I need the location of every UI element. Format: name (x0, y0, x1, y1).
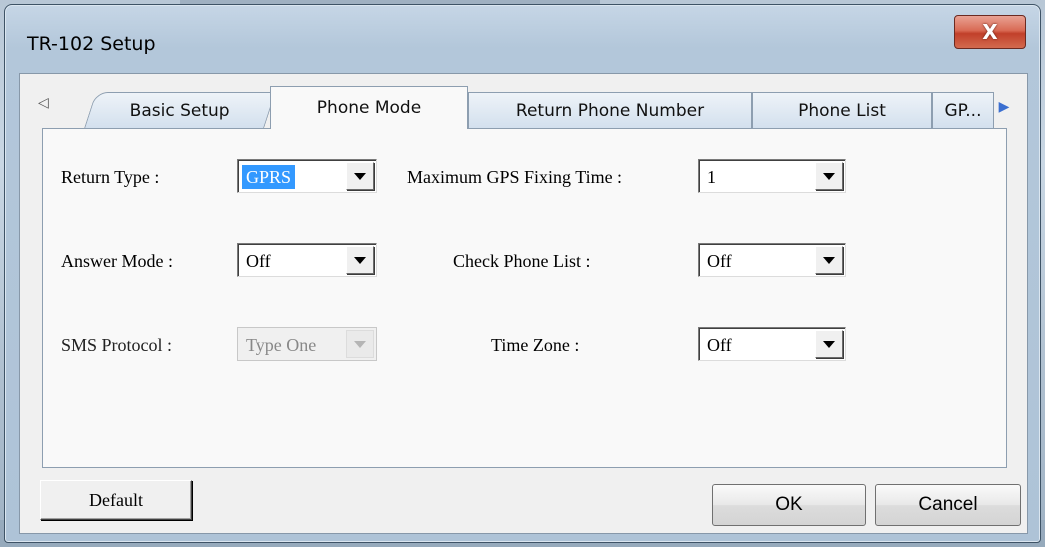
close-button[interactable]: X (954, 15, 1026, 49)
time-zone-select[interactable]: Off (698, 327, 846, 361)
max-gps-fixing-time-value: 1 (707, 167, 716, 187)
close-icon: X (982, 20, 998, 44)
max-gps-fixing-time-select[interactable]: 1 (698, 159, 846, 193)
phone-mode-panel: Return Type : GPRS Answer Mode : Off SMS… (42, 128, 1007, 468)
sms-protocol-select: Type One (237, 327, 377, 361)
check-phone-list-label: Check Phone List : (453, 251, 591, 271)
tab-label: Phone List (798, 100, 886, 121)
return-type-value: GPRS (242, 165, 296, 189)
window-title: TR-102 Setup (27, 33, 156, 55)
answer-mode-label: Answer Mode : (61, 251, 173, 271)
tab-label: Return Phone Number (515, 100, 705, 121)
check-phone-list-select[interactable]: Off (698, 243, 846, 277)
max-gps-fixing-time-label: Maximum GPS Fixing Time : (407, 167, 623, 187)
chevron-down-icon[interactable] (815, 330, 843, 358)
check-phone-list-value: Off (707, 251, 732, 271)
chevron-down-icon[interactable] (346, 246, 374, 274)
chevron-down-icon[interactable] (815, 246, 843, 274)
tab-strip: Basic Setup Phone Mode Return Phone Numb… (84, 86, 994, 129)
chevron-down-icon[interactable] (815, 162, 843, 190)
return-type-select[interactable]: GPRS (237, 159, 377, 193)
tab-gps-truncated[interactable]: GP... (932, 92, 994, 128)
tab-basic-setup[interactable]: Basic Setup (84, 92, 276, 128)
tab-scroll-right-icon[interactable]: ▶ (994, 94, 1014, 118)
time-zone-value: Off (707, 335, 732, 355)
setup-dialog: TR-102 Setup X ◁ Basic Setup Phone Mode … (4, 4, 1041, 543)
cancel-button[interactable]: Cancel (875, 484, 1021, 526)
tab-label: Basic Setup (129, 100, 230, 121)
time-zone-label: Time Zone : (491, 335, 580, 355)
tab-label: Phone Mode (316, 98, 422, 118)
title-bar[interactable]: TR-102 Setup X (5, 5, 1040, 75)
chevron-down-icon[interactable] (346, 162, 374, 190)
tab-scroll-left-icon[interactable]: ◁ (38, 94, 49, 111)
default-button[interactable]: Default (40, 480, 192, 520)
answer-mode-select[interactable]: Off (237, 243, 377, 277)
return-type-label: Return Type : (61, 167, 160, 187)
sms-protocol-value: Type One (246, 335, 317, 355)
tab-phone-list[interactable]: Phone List (752, 92, 932, 128)
sms-protocol-label: SMS Protocol : (61, 335, 173, 355)
tab-phone-mode[interactable]: Phone Mode (270, 86, 468, 129)
tab-return-phone-number[interactable]: Return Phone Number (468, 92, 752, 128)
ok-button[interactable]: OK (712, 484, 866, 526)
chevron-down-icon (346, 330, 374, 358)
dialog-client-area: ◁ Basic Setup Phone Mode Return Phone Nu… (19, 73, 1028, 534)
tab-label: GP... (944, 100, 982, 121)
answer-mode-value: Off (246, 251, 271, 271)
